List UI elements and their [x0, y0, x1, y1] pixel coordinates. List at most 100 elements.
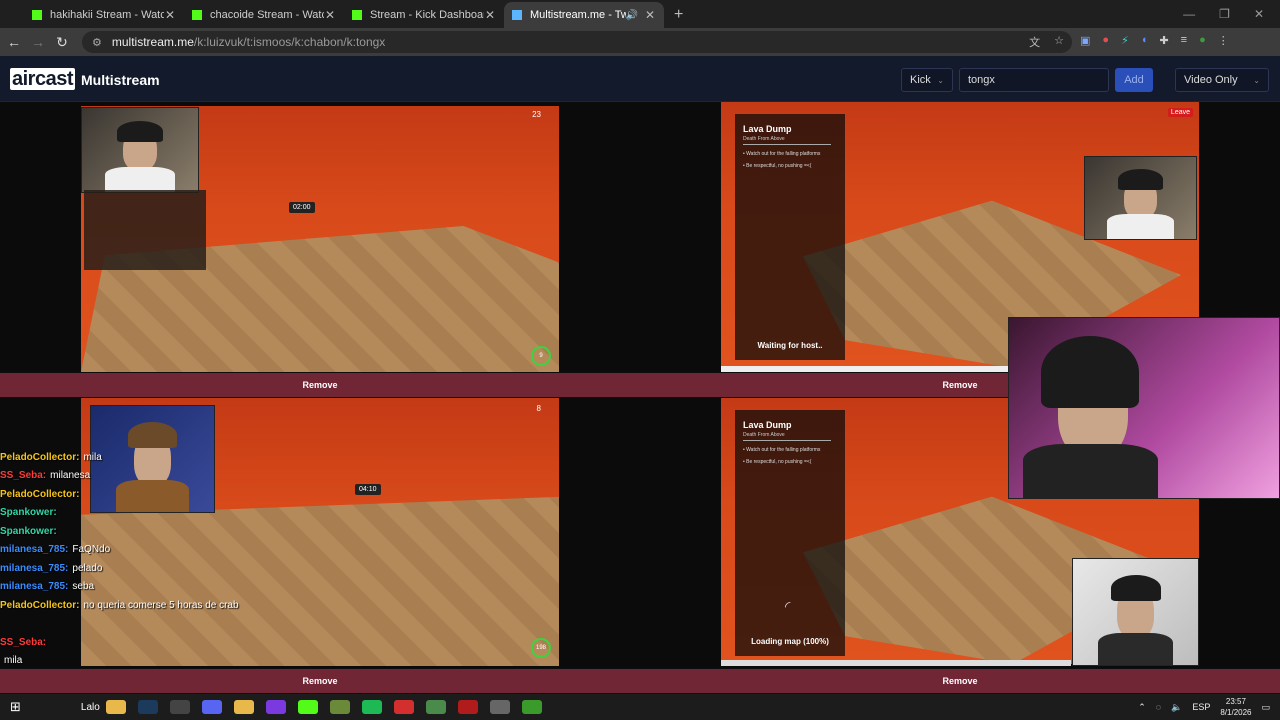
video-editor-icon[interactable]: [457, 700, 478, 714]
platform-select[interactable]: Kick ⌄: [901, 68, 953, 92]
os-taskbar: ⊞ Lalo ⌃ ◌ 🔈 ESP 23:57 8/1/2026 ▭: [0, 694, 1280, 720]
minimize-icon[interactable]: —: [1183, 7, 1195, 21]
start-windows-icon[interactable]: ⊞: [10, 699, 21, 715]
forward-icon[interactable]: →: [26, 34, 50, 50]
chrome-icon[interactable]: [233, 700, 254, 714]
game-status: Waiting for host..: [757, 341, 823, 350]
chat-message: Spankower:: [0, 507, 57, 519]
chat-overlay-list: PeladoCollector: mila SS_Seba: milanesa Pe…: [0, 448, 270, 670]
restore-icon[interactable]: ❐: [1219, 7, 1230, 21]
extension-icon[interactable]: ◖: [1141, 34, 1148, 47]
remove-stream-3-button[interactable]: Remove: [0, 669, 640, 693]
chat-message: milanesa_785: seba: [0, 581, 95, 593]
close-tab-icon[interactable]: ✕: [324, 8, 336, 22]
map-rule: • Be respectful, no pushing =<(: [743, 459, 812, 465]
ability-ring: 198: [531, 638, 551, 658]
mode-select-value: Video Only: [1184, 74, 1238, 86]
chevron-down-icon: ⌄: [937, 75, 944, 85]
map-subtitle: Death From Above: [743, 432, 831, 441]
mode-select[interactable]: Video Only ⌄: [1175, 68, 1269, 92]
platform-select-value: Kick: [910, 74, 931, 86]
kick-favicon-icon: [32, 10, 42, 20]
streamer-webcam: [81, 107, 199, 193]
extension-icon[interactable]: ▣: [1080, 34, 1090, 47]
back-icon[interactable]: ←: [2, 34, 26, 50]
reading-list-icon[interactable]: ≡: [1181, 34, 1187, 47]
browser-tab-active[interactable]: Multistream.me - Twitch.tv 🔊 ✕: [504, 2, 664, 28]
browser-tabstrip: hakihakii Stream - Watch Live o ✕ chacoi…: [0, 0, 1280, 28]
stream-player-1[interactable]: 02:00 23 9: [0, 102, 640, 372]
app-icon[interactable]: [169, 700, 190, 714]
multistream-favicon-icon: [512, 10, 522, 20]
leave-button[interactable]: Leave: [1167, 108, 1193, 117]
remove-stream-4-button[interactable]: Remove: [640, 669, 1280, 693]
address-site: multistream.me: [111, 35, 194, 49]
remove-stream-1-button[interactable]: Remove: [0, 373, 640, 397]
menu-kebab-icon[interactable]: ⋮: [1218, 34, 1229, 47]
extension-icon[interactable]: ●: [1102, 34, 1109, 47]
canva-icon[interactable]: [265, 700, 286, 714]
tab-title: Multistream.me - Twitch.tv: [530, 9, 626, 21]
volume-icon[interactable]: 🔈: [1171, 702, 1182, 713]
kick-icon[interactable]: [297, 700, 318, 714]
chat-message: [0, 615, 270, 634]
network-icon[interactable]: ◌: [1156, 702, 1161, 712]
loading-spinner-icon: ◜: [785, 598, 791, 614]
ability-ring: 9: [531, 346, 551, 366]
map-title: Lava Dump: [743, 124, 792, 134]
new-tab-button[interactable]: +: [664, 6, 693, 28]
close-window-icon[interactable]: ✕: [1254, 7, 1264, 21]
browser-tab[interactable]: chacoide Stream - Watch Live o ✕: [184, 2, 344, 28]
map-title: Lava Dump: [743, 420, 792, 430]
progress-bar: [721, 660, 1071, 666]
taskbar-label: Lalo: [80, 701, 100, 713]
chrome-active-icon[interactable]: [425, 700, 446, 714]
translate-icon[interactable]: 文: [1029, 34, 1040, 50]
extensions-puzzle-icon[interactable]: ✚: [1159, 34, 1168, 47]
system-tray: ⌃ ◌ 🔈 ESP 23:57 8/1/2026 ▭: [1138, 694, 1270, 720]
app-name: Multistream: [81, 72, 160, 88]
chat-message: Spankower:: [0, 525, 57, 537]
map-rule: • Watch out for the falling platforms: [743, 151, 821, 157]
browser-tab[interactable]: hakihakii Stream - Watch Live o ✕: [24, 2, 184, 28]
audio-playing-icon[interactable]: 🔊: [626, 10, 638, 21]
settings-gear-icon[interactable]: [489, 700, 510, 714]
tray-overflow-icon[interactable]: ⌃: [1138, 702, 1146, 713]
extension-icon[interactable]: ⚡: [1121, 34, 1129, 47]
chevron-down-icon: ⌄: [1253, 75, 1260, 85]
close-tab-icon[interactable]: ✕: [644, 8, 656, 22]
browser-tab[interactable]: Stream - Kick Dashboard ✕: [344, 2, 504, 28]
keyboard-language[interactable]: ESP: [1192, 702, 1210, 712]
opera-icon[interactable]: [393, 700, 414, 714]
game-timer: 02:00: [289, 202, 315, 213]
window-controls: — ❐ ✕: [1183, 0, 1280, 28]
reload-icon[interactable]: ↻: [50, 34, 74, 51]
file-explorer-icon[interactable]: [105, 700, 126, 714]
close-tab-icon[interactable]: ✕: [164, 8, 176, 22]
bookmark-star-icon[interactable]: ☆: [1054, 34, 1064, 50]
close-tab-icon[interactable]: ✕: [484, 8, 496, 22]
address-bar[interactable]: ⚙ multistream.me/k:luizvuk/t:ismoos/k:ch…: [82, 31, 1072, 53]
map-rule: • Watch out for the falling platforms: [743, 447, 821, 453]
app-header: aircast Multistream Kick ⌄ tongx Add Vid…: [0, 56, 1280, 102]
notifications-icon[interactable]: ▭: [1261, 702, 1270, 713]
spotify-icon[interactable]: [361, 700, 382, 714]
channel-input[interactable]: tongx: [959, 68, 1109, 92]
aircast-logo[interactable]: aircast: [10, 68, 75, 91]
creeper-icon[interactable]: [521, 700, 542, 714]
chat-message: SS_Seba: milanesa: [0, 470, 91, 482]
profile-avatar-icon[interactable]: ●: [1199, 34, 1206, 47]
site-info-icon[interactable]: ⚙: [92, 36, 102, 49]
minecraft-icon[interactable]: [329, 700, 350, 714]
discord-icon[interactable]: [201, 700, 222, 714]
tab-title: Stream - Kick Dashboard: [370, 9, 484, 21]
player-count: 8: [536, 404, 541, 413]
chat-message: PeladoCollector: no queria comerse 5 hora…: [0, 599, 239, 611]
chat-message: PeladoCollector: mila: [0, 451, 102, 463]
taskbar-clock[interactable]: 23:57 8/1/2026: [1220, 696, 1251, 718]
game-info-panel: Lava Dump Death From Above • Watch out f…: [735, 410, 845, 656]
chat-overlay: [84, 190, 206, 270]
steam-icon[interactable]: [137, 700, 158, 714]
add-stream-button[interactable]: Add: [1115, 68, 1153, 92]
floating-webcam-overlay: [1008, 317, 1280, 499]
